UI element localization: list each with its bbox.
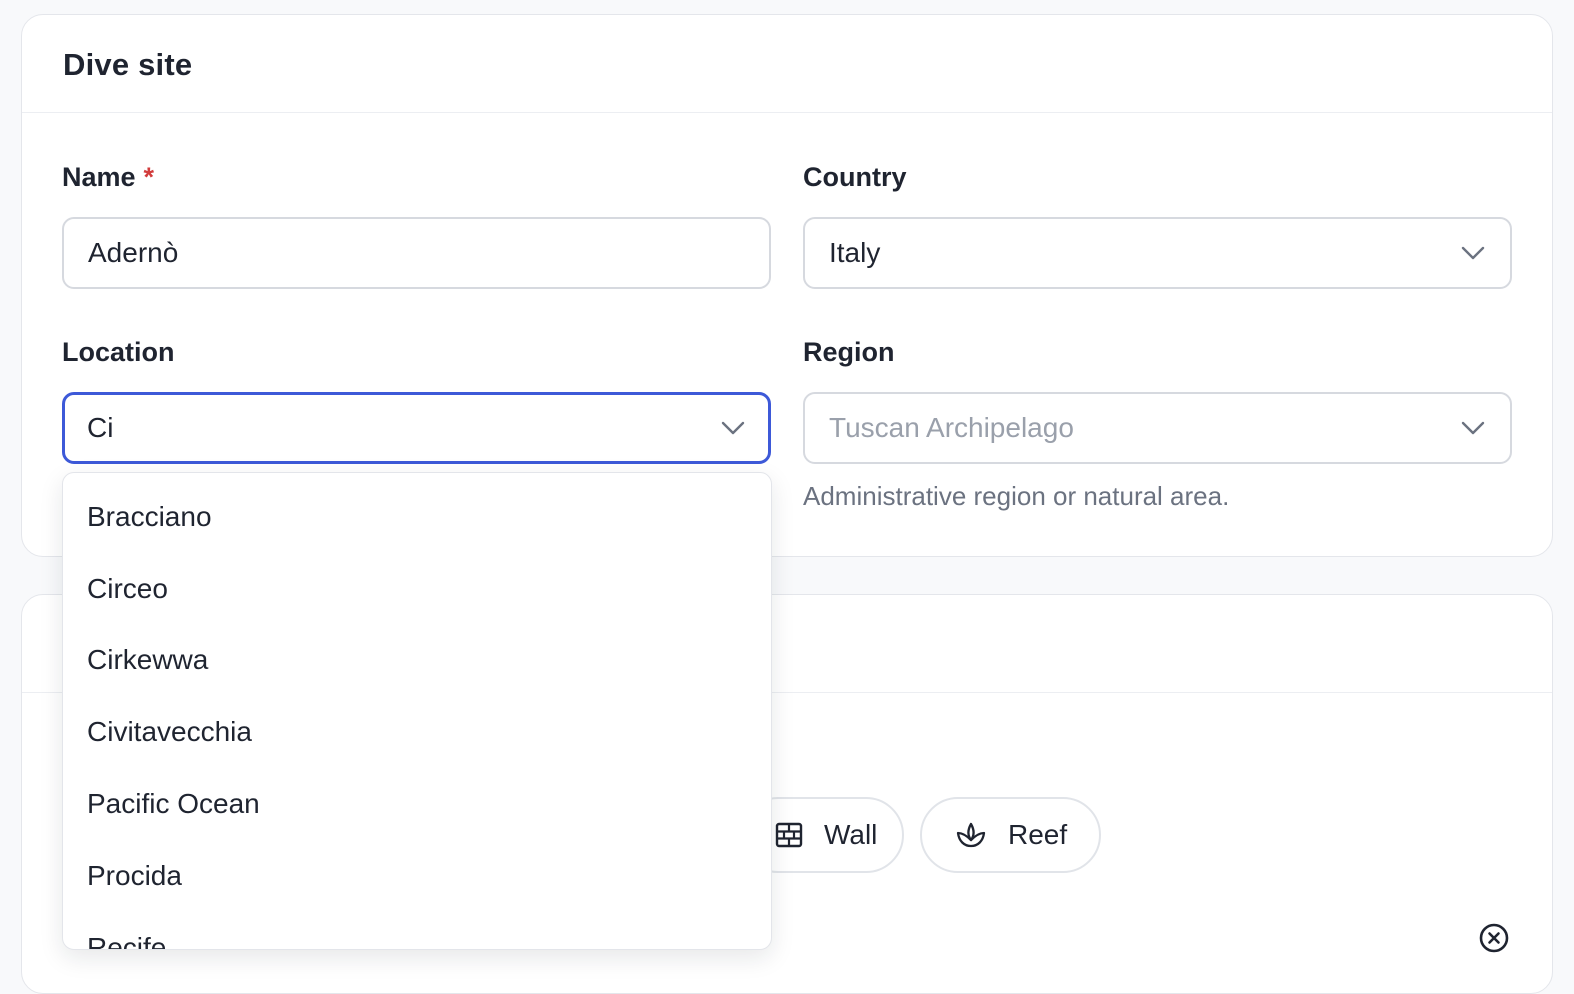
location-combobox-value: Ci <box>87 412 114 443</box>
chevron-down-icon[interactable] <box>720 415 746 441</box>
name-input-value: Adernò <box>88 237 179 268</box>
region-hint: Administrative region or natural area. <box>803 481 1230 511</box>
dropdown-option[interactable]: Cirkewwa <box>63 625 771 697</box>
region-label: Region <box>803 337 895 367</box>
chip-label: Reef <box>1008 819 1068 850</box>
name-label: Name * <box>62 162 154 193</box>
country-select[interactable]: Italy <box>803 217 1512 289</box>
dive-site-card-header: Dive site <box>22 15 1552 113</box>
dropdown-option[interactable]: Bracciano <box>63 481 771 553</box>
card-title: Dive site <box>63 47 193 82</box>
dropdown-option[interactable]: Pacific Ocean <box>63 768 771 840</box>
required-mark: * <box>143 162 155 192</box>
dropdown-option[interactable]: Circeo <box>63 553 771 625</box>
close-circle-icon[interactable] <box>1478 922 1510 954</box>
country-select-value: Italy <box>829 237 881 268</box>
chevron-down-icon <box>1460 415 1486 441</box>
country-label: Country <box>803 162 907 192</box>
chip-label: Wall <box>824 819 878 850</box>
name-input[interactable]: Adernò <box>62 217 771 289</box>
location-combobox[interactable]: Ci <box>62 392 771 464</box>
site-type-chip-reef[interactable]: Reef <box>920 797 1102 873</box>
location-label: Location <box>62 337 175 367</box>
dropdown-option[interactable]: Civitavecchia <box>63 696 771 768</box>
dropdown-option[interactable]: Recife <box>63 912 771 949</box>
reef-icon <box>954 818 988 852</box>
region-select-placeholder: Tuscan Archipelago <box>829 412 1074 443</box>
name-label-text: Name <box>62 162 136 192</box>
wall-icon <box>774 818 804 852</box>
chevron-down-icon <box>1460 240 1486 266</box>
location-dropdown: Bracciano Circeo Cirkewwa Civitavecchia … <box>62 472 772 950</box>
dropdown-option[interactable]: Procida <box>63 840 771 912</box>
region-select[interactable]: Tuscan Archipelago <box>803 392 1512 464</box>
